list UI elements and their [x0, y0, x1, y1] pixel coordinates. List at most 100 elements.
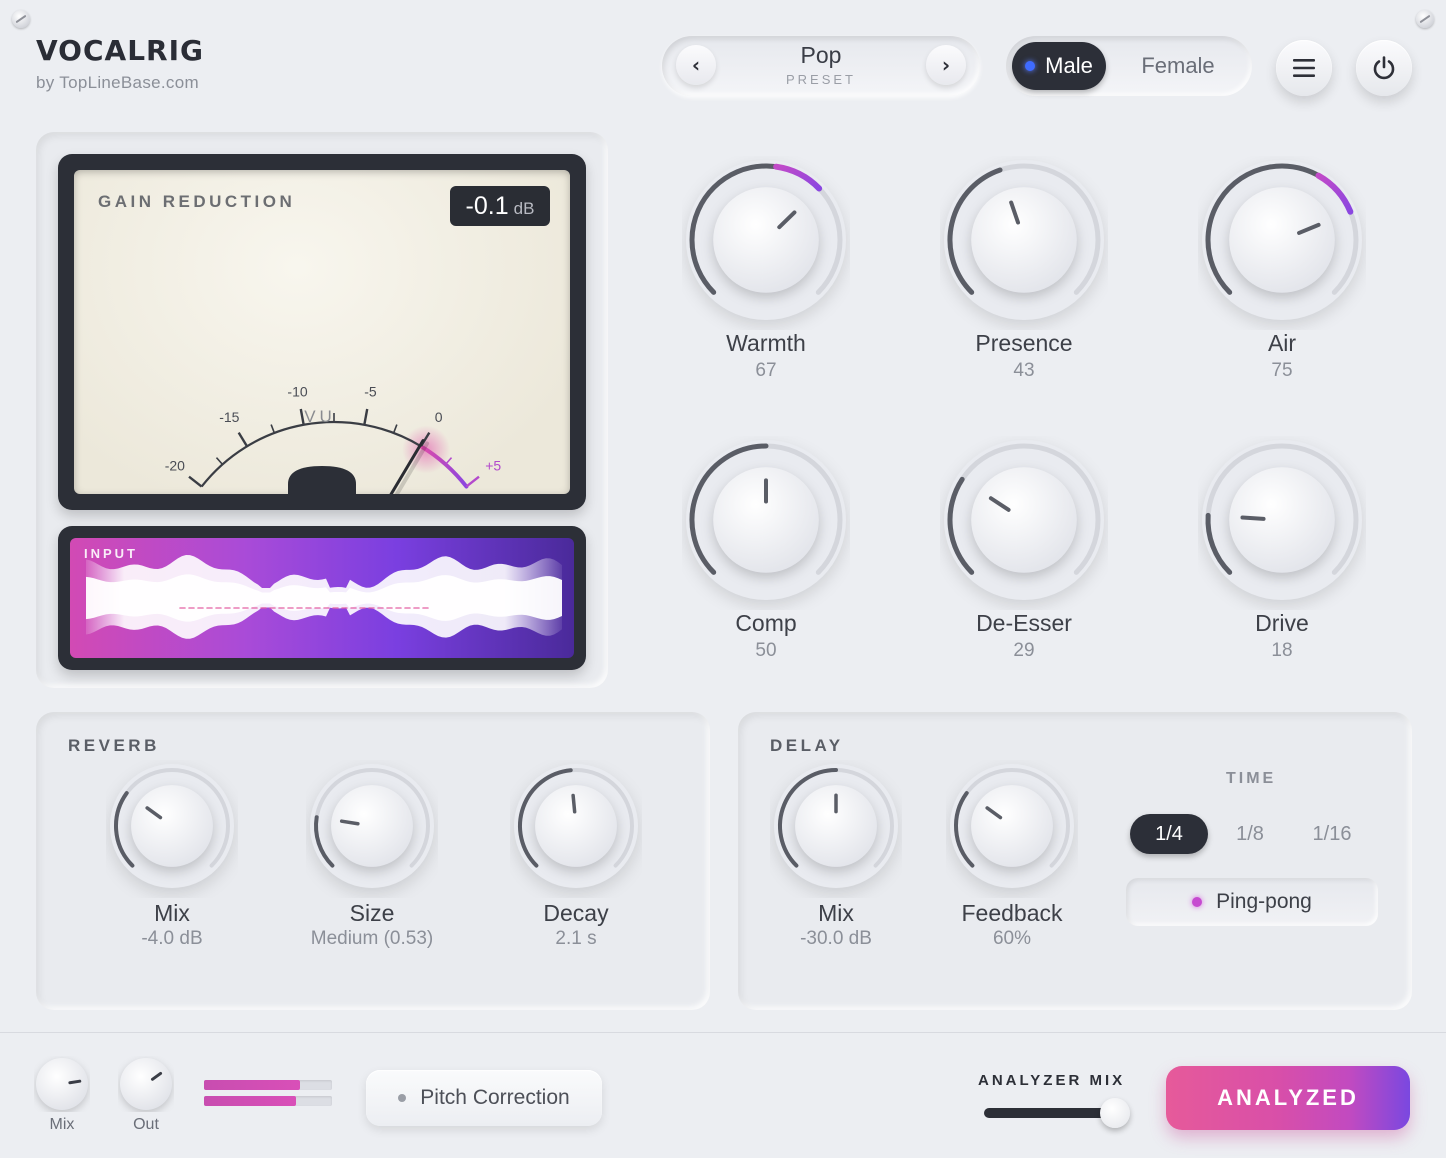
knob-comp[interactable]: Comp 50	[682, 436, 850, 666]
meter-tick	[363, 408, 369, 425]
knob-comp-graphic	[686, 440, 846, 600]
input-label: INPUT	[84, 546, 138, 561]
meter-scale-label: 0	[435, 409, 443, 425]
mix-mini-knob[interactable]: Mix	[34, 1056, 90, 1133]
delay-knob-mix[interactable]: Mix -30.0 dB	[770, 760, 902, 990]
input-waveform-screen: INPUT	[70, 538, 574, 658]
knob-warmth-label: Warmth	[726, 330, 806, 356]
mini-knob-cap	[36, 1058, 88, 1110]
reverb-knob-size[interactable]: Size Medium (0.53)	[306, 760, 438, 990]
delay-knob-mix-graphic	[774, 764, 898, 888]
delay-time-title: TIME	[1226, 770, 1277, 787]
mini-knob-cap	[120, 1058, 172, 1110]
meter-scale-label: -10	[287, 383, 307, 399]
knob-air[interactable]: Air 75	[1198, 156, 1366, 386]
pitch-indicator-icon	[398, 1094, 407, 1102]
level-fill	[204, 1096, 297, 1106]
chevron-right-icon: ›	[941, 53, 951, 77]
delay-knob-feedback-value: 60%	[992, 928, 1032, 949]
meter-tick	[188, 475, 203, 488]
analyzed-button[interactable]: ANALYZED	[1166, 1066, 1410, 1130]
time-option-sixteenth[interactable]: 1/16	[1298, 814, 1366, 854]
knob-de-esser-graphic	[944, 440, 1104, 600]
input-display: INPUT	[58, 526, 586, 670]
time-option-label: 1/16	[1312, 822, 1352, 845]
analyzer-mix-slider[interactable]	[984, 1108, 1118, 1118]
meter-pivot-cover	[288, 466, 356, 494]
screw-icon	[12, 10, 30, 28]
preset-selector[interactable]: ‹ Pop PRESET ›	[662, 36, 980, 96]
delay-knob-feedback-graphic	[950, 764, 1074, 888]
reverb-knob-mix-label: Mix	[154, 900, 190, 926]
knob-cap	[1229, 467, 1335, 573]
knob-air-graphic	[1202, 160, 1362, 320]
out-mini-knob[interactable]: Out	[118, 1056, 174, 1133]
knob-comp-label: Comp	[735, 610, 797, 636]
brand: VOCALRIG by TopLineBase.com	[36, 34, 204, 93]
voice-female-option[interactable]: Female	[1116, 42, 1240, 90]
time-option-eighth[interactable]: 1/8	[1218, 814, 1282, 854]
voice-female-label: Female	[1141, 53, 1215, 78]
vu-scale: -20 -15 -10 -5 0 +5 VU	[165, 383, 501, 494]
menu-button[interactable]	[1276, 40, 1332, 96]
pingpong-toggle[interactable]: Ping-pong	[1126, 878, 1378, 926]
delay-knob-feedback-label: Feedback	[961, 900, 1063, 926]
reverb-knob-size-value: Medium (0.53)	[310, 928, 434, 949]
output-level-bars	[204, 1080, 332, 1112]
reverb-knob-mix-graphic	[110, 764, 234, 888]
delay-title: DELAY	[770, 736, 844, 755]
knob-cap	[971, 785, 1053, 867]
gain-reduction-meter: GAIN REDUCTION -0.1 dB -20 -15 -10 -5 0 +5 VU	[58, 154, 586, 510]
pitch-correction-button[interactable]: Pitch Correction	[366, 1070, 602, 1126]
knob-drive-graphic	[1202, 440, 1362, 600]
brand-logo: VOCALRIG	[36, 34, 205, 67]
knob-pointer	[571, 793, 577, 814]
knob-presence-label: Presence	[975, 330, 1073, 356]
voice-male-label: Male	[1045, 53, 1093, 78]
meter-tick	[237, 431, 248, 447]
reverb-knob-size-graphic	[310, 764, 434, 888]
delay-knob-mix-value: -30.0 dB	[800, 928, 872, 949]
meter-tick	[392, 424, 398, 434]
preset-next-button[interactable]: ›	[926, 45, 966, 85]
meter-scale-label: -5	[364, 383, 377, 399]
knob-cap	[1229, 187, 1335, 293]
reverb-knob-decay-graphic	[514, 764, 638, 888]
power-button[interactable]	[1356, 40, 1412, 96]
knob-drive-label: Drive	[1255, 610, 1309, 636]
mini-knob-pointer	[68, 1079, 82, 1085]
reverb-knob-decay-label: Decay	[543, 900, 609, 926]
knob-drive-value: 18	[1271, 640, 1293, 661]
reverb-title: REVERB	[68, 736, 160, 755]
knob-de-esser[interactable]: De-Esser 29	[940, 436, 1108, 666]
reverb-knob-decay-value: 2.1 s	[555, 928, 597, 949]
reverb-knob-decay[interactable]: Decay 2.1 s	[510, 760, 642, 990]
time-option-quarter[interactable]: 1/4	[1130, 814, 1208, 854]
selected-indicator-icon	[1025, 61, 1036, 71]
voice-male-option[interactable]: Male	[1012, 42, 1106, 90]
reverb-knob-size-label: Size	[349, 900, 395, 926]
meter-scale-label: -15	[219, 409, 239, 425]
knob-warmth[interactable]: Warmth 67	[682, 156, 850, 386]
knob-cap	[971, 187, 1077, 293]
mix-mini-label: Mix	[49, 1116, 75, 1133]
delay-knob-mix-label: Mix	[818, 900, 854, 926]
knob-drive[interactable]: Drive 18	[1198, 436, 1366, 666]
meter-tick	[465, 475, 480, 488]
knob-cap	[971, 467, 1077, 573]
delay-knob-feedback[interactable]: Feedback 60%	[946, 760, 1078, 990]
out-mini-label: Out	[133, 1116, 159, 1133]
knob-de-esser-value: 29	[1013, 640, 1035, 661]
knob-comp-value: 50	[755, 640, 777, 661]
knob-air-label: Air	[1267, 330, 1297, 356]
voice-toggle[interactable]: Male Female	[1006, 36, 1252, 96]
knob-presence-graphic	[944, 160, 1104, 320]
knob-presence[interactable]: Presence 43	[940, 156, 1108, 386]
time-option-label: 1/4	[1155, 822, 1183, 845]
analyzer-mix-fill	[984, 1108, 1116, 1118]
time-option-label: 1/8	[1236, 822, 1264, 845]
screw-icon	[1416, 10, 1434, 28]
reverb-knob-mix[interactable]: Mix -4.0 dB	[106, 760, 238, 990]
level-fill	[204, 1080, 300, 1090]
knob-de-esser-label: De-Esser	[976, 610, 1072, 636]
